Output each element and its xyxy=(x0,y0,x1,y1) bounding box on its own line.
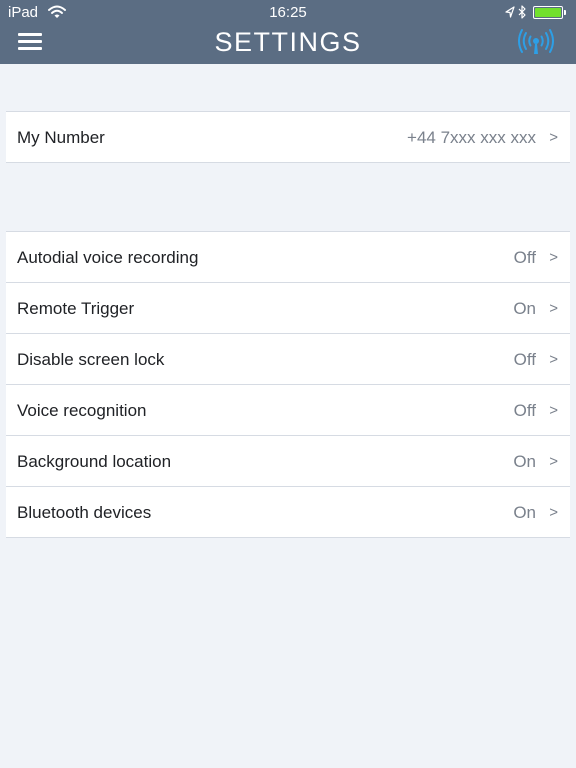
chevron-right-icon: > xyxy=(549,453,558,470)
setting-row-autodial-voice-recording[interactable]: Autodial voice recording Off > xyxy=(6,232,570,282)
battery-tip xyxy=(564,10,566,15)
status-bar: iPad 16:25 xyxy=(0,0,576,24)
setting-label: Autodial voice recording xyxy=(17,248,199,267)
chevron-right-icon: > xyxy=(549,504,558,521)
settings-group: Autodial voice recording Off > Remote Tr… xyxy=(6,231,570,538)
setting-row-bluetooth-devices[interactable]: Bluetooth devices On > xyxy=(6,486,570,537)
top-bar: iPad 16:25 SETTINGS xyxy=(0,0,576,64)
setting-label: Bluetooth devices xyxy=(17,503,152,522)
setting-value: Off xyxy=(513,401,536,420)
my-number-group: My Number +44 7xxx xxx xxx > xyxy=(6,111,570,163)
my-number-value: +44 7xxx xxx xxx xyxy=(407,128,536,147)
battery-icon xyxy=(533,6,563,19)
settings-screen: iPad 16:25 SETTINGS My Number +44 7xxx x… xyxy=(0,0,576,768)
setting-value: On xyxy=(513,452,536,471)
setting-value: Off xyxy=(513,350,536,369)
signal-broadcast-icon[interactable] xyxy=(518,28,554,56)
location-arrow-icon xyxy=(505,6,515,18)
chevron-right-icon: > xyxy=(549,300,558,317)
setting-row-voice-recognition[interactable]: Voice recognition Off > xyxy=(6,384,570,435)
setting-row-disable-screen-lock[interactable]: Disable screen lock Off > xyxy=(6,333,570,384)
page-title: SETTINGS xyxy=(214,27,362,57)
chevron-right-icon: > xyxy=(549,249,558,266)
setting-value: Off xyxy=(513,248,536,267)
setting-value: On xyxy=(513,503,536,522)
my-number-row[interactable]: My Number +44 7xxx xxx xxx > xyxy=(6,112,570,162)
chevron-right-icon: > xyxy=(549,351,558,368)
setting-label: Background location xyxy=(17,452,172,471)
bluetooth-icon xyxy=(518,5,526,19)
status-time: 16:25 xyxy=(269,4,307,21)
setting-row-remote-trigger[interactable]: Remote Trigger On > xyxy=(6,282,570,333)
chevron-right-icon: > xyxy=(549,129,558,146)
setting-label: Voice recognition xyxy=(17,401,147,420)
battery-fill xyxy=(535,8,561,17)
chevron-right-icon: > xyxy=(549,402,558,419)
setting-row-background-location[interactable]: Background location On > xyxy=(6,435,570,486)
my-number-label: My Number xyxy=(17,128,105,147)
setting-label: Disable screen lock xyxy=(17,350,165,369)
setting-label: Remote Trigger xyxy=(17,299,135,318)
setting-value: On xyxy=(513,299,536,318)
